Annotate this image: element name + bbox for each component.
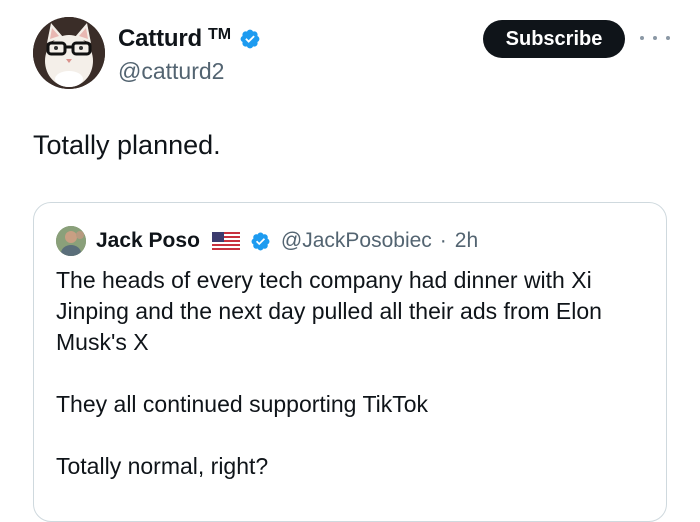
- top-edge: [0, 0, 700, 6]
- quoted-paragraph: They all continued supporting TikTok: [56, 391, 429, 417]
- verified-badge-icon: [251, 232, 270, 250]
- quoted-tweet-card[interactable]: Jack Poso @JackPosobiec · 2h The heads o…: [33, 202, 667, 522]
- cat-avatar-image: [33, 17, 105, 89]
- author-display-name[interactable]: Catturd: [118, 25, 202, 53]
- author-handle[interactable]: @catturd2: [118, 58, 224, 85]
- quoted-paragraph: The heads of every tech company had dinn…: [56, 267, 602, 355]
- author-avatar[interactable]: [33, 17, 105, 89]
- author-name-row: Catturd TM: [118, 24, 261, 54]
- subscribe-button[interactable]: Subscribe: [483, 20, 625, 58]
- quoted-author-avatar[interactable]: [56, 226, 86, 256]
- quoted-author-name[interactable]: Jack Poso: [96, 229, 200, 253]
- us-flag-icon: [211, 232, 240, 250]
- more-dot: [653, 36, 657, 40]
- more-options-icon[interactable]: [640, 28, 670, 48]
- quoted-paragraph: Totally normal, right?: [56, 453, 269, 479]
- person-avatar-image: [56, 226, 86, 256]
- trademark-mark: TM: [207, 26, 232, 43]
- quoted-tweet-header: Jack Poso @JackPosobiec · 2h: [56, 225, 478, 257]
- quoted-timestamp[interactable]: 2h: [455, 229, 478, 253]
- tweet-text: Totally planned.: [33, 130, 221, 160]
- quoted-author-handle[interactable]: @JackPosobiec: [281, 229, 432, 253]
- more-dot: [666, 36, 670, 40]
- verified-badge-icon: [240, 29, 260, 49]
- separator-dot: ·: [439, 229, 447, 252]
- more-dot: [640, 36, 644, 40]
- quoted-tweet-body: The heads of every tech company had dinn…: [56, 265, 646, 513]
